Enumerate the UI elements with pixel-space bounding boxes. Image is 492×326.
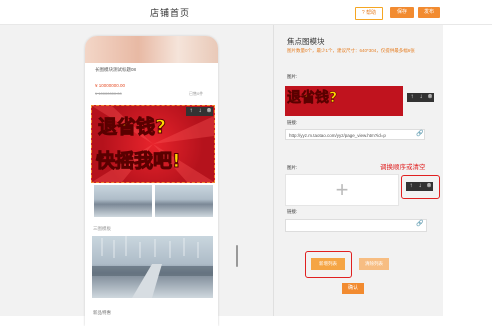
link-input-2[interactable] bbox=[285, 219, 427, 232]
marina-image-detail bbox=[92, 236, 213, 298]
grid-image-1[interactable] bbox=[94, 185, 152, 217]
banner-toolbox: ↑ ↓ ⊗ bbox=[186, 107, 213, 116]
remove-icon[interactable]: ⊗ bbox=[205, 107, 213, 116]
stock-text: 已售0件 bbox=[189, 91, 204, 96]
focus-banner-selected[interactable]: 退省钱? 快摇我吧! bbox=[91, 105, 215, 183]
product-image bbox=[85, 36, 218, 63]
product-old-price: ¥ 10000000.00 bbox=[95, 91, 122, 96]
product-title: 长图模块测试标题08 bbox=[95, 67, 137, 72]
arrow-down-icon[interactable]: ↓ bbox=[417, 93, 425, 102]
slot1-toolbox: ↑ ↓ ⊗ bbox=[407, 93, 434, 102]
add-list-button[interactable]: 新增列表 bbox=[311, 258, 345, 270]
arrow-up-icon[interactable]: ↑ bbox=[408, 93, 416, 102]
arrow-up-icon[interactable]: ↑ bbox=[187, 107, 195, 116]
image-upload-slot-2[interactable]: + bbox=[285, 174, 399, 206]
image-slot-1[interactable]: 退省钱? bbox=[285, 86, 403, 116]
phone-scrollbar[interactable] bbox=[236, 245, 238, 267]
panel-title: 焦点图模块 bbox=[287, 37, 325, 46]
slot2-toolbox: ↑ ↓ ⊗ bbox=[406, 182, 433, 191]
grid-image-2[interactable] bbox=[155, 185, 213, 217]
slot-banner-text: 退省钱? bbox=[287, 90, 338, 107]
arrow-down-icon[interactable]: ↓ bbox=[416, 182, 424, 191]
link-label-2: 链接: bbox=[287, 209, 298, 214]
link-input-value: http://yyz.m.taotao.com/yyz/page_view.ht… bbox=[289, 133, 386, 138]
publish-button[interactable]: 发布 bbox=[418, 7, 440, 18]
link-label-1: 链接: bbox=[287, 120, 298, 125]
page-title: 店铺首页 bbox=[150, 8, 191, 18]
confirm-button[interactable]: 确认 bbox=[342, 283, 364, 294]
panel-hint: 图片数量0个，最少1个，建议尺寸：640*304，仅提供最多幅6张 bbox=[287, 48, 415, 53]
remove-icon[interactable]: ⊗ bbox=[425, 182, 433, 191]
product-price: ¥ 10000000.00 bbox=[95, 83, 126, 88]
help-button[interactable]: ? 帮助 bbox=[355, 7, 383, 20]
remove-icon[interactable]: ⊗ bbox=[426, 93, 434, 102]
arrow-up-icon[interactable]: ↑ bbox=[407, 182, 415, 191]
annotation-text: 调换顺序或清空 bbox=[380, 164, 426, 171]
arrow-down-icon[interactable]: ↓ bbox=[196, 107, 204, 116]
save-button[interactable]: 保存 bbox=[390, 7, 414, 18]
clear-list-button[interactable]: 清除列表 bbox=[359, 258, 389, 270]
banner-text-line1: 退省钱? bbox=[97, 116, 167, 139]
plus-icon: + bbox=[335, 177, 349, 202]
bottom-section-label: 新品特惠 bbox=[93, 310, 111, 315]
link-icon[interactable]: 🔗 bbox=[416, 130, 423, 137]
image-label-1: 图片: bbox=[287, 74, 298, 79]
banner-text-line2: 快摇我吧! bbox=[96, 150, 182, 173]
link-input-1[interactable]: http://yyz.m.taotao.com/yyz/page_view.ht… bbox=[285, 129, 425, 140]
link-icon[interactable]: 🔗 bbox=[416, 220, 423, 227]
image-label-2: 图片: bbox=[287, 165, 298, 170]
section-label: 三图模板 bbox=[93, 226, 111, 231]
